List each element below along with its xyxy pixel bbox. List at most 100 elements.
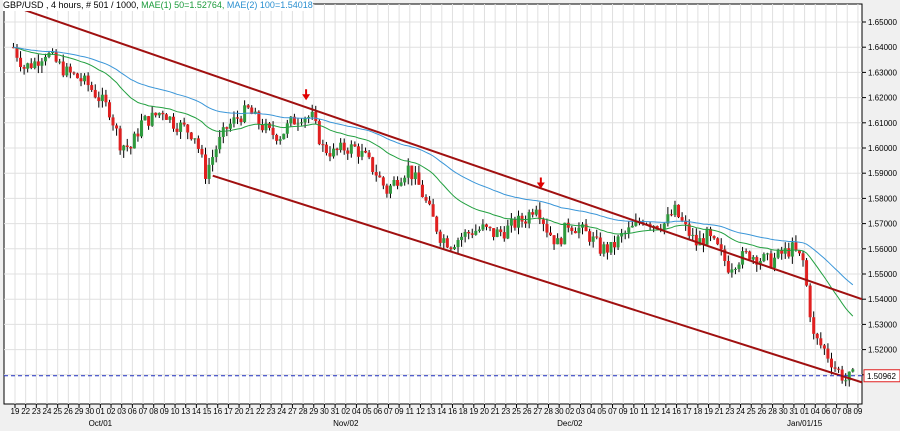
x-tick-label: 23: [501, 407, 510, 416]
x-tick-label: 11: [640, 407, 649, 416]
candle-down: [367, 152, 371, 158]
candle-down: [321, 144, 325, 146]
x-tick-label: 03: [576, 407, 585, 416]
candle-up: [474, 230, 478, 235]
x-tick-label: 31: [789, 407, 798, 416]
candle-down: [445, 238, 449, 248]
price-chart[interactable]: 1.65000 1.64000 1.63000 1.62000 1.61000 1.600…: [0, 0, 900, 431]
candle-down: [79, 78, 83, 82]
candle-up: [591, 236, 595, 242]
candle-down: [68, 66, 72, 73]
candle-up: [300, 122, 304, 124]
candle-down: [470, 233, 474, 235]
candle-down: [520, 215, 524, 222]
candle-up: [406, 165, 410, 178]
candle-down: [531, 212, 535, 215]
candle-down: [484, 224, 488, 227]
x-tick-label: 16: [448, 407, 457, 416]
candle-down: [566, 222, 570, 228]
x-tick-label: 19: [469, 407, 478, 416]
candle-up: [157, 112, 161, 116]
x-tick-label: 27: [533, 407, 542, 416]
candle-down: [677, 204, 681, 218]
candle-down: [374, 172, 378, 176]
candle-up: [481, 224, 485, 230]
y-tick-label: 1.61000: [868, 119, 897, 128]
candle-up: [403, 177, 407, 183]
x-tick-label: 16: [672, 407, 681, 416]
x-tick-label: 18: [459, 407, 468, 416]
x-tick-label: 09: [160, 407, 169, 416]
candle-down: [808, 285, 812, 318]
candle-down: [171, 116, 175, 129]
candle-down: [335, 148, 339, 151]
candle-down: [182, 122, 186, 125]
candle-down: [54, 51, 58, 62]
candle-up: [705, 228, 709, 245]
x-tick-label: 03: [117, 407, 126, 416]
candle-down: [669, 214, 673, 216]
candle-down: [467, 231, 471, 234]
x-tick-label: 25: [512, 407, 521, 416]
x-tick-label: 06: [373, 407, 382, 416]
candle-up: [609, 241, 613, 253]
candle-up: [392, 180, 396, 186]
x-tick-label: 08: [843, 407, 852, 416]
candle-up: [58, 61, 62, 63]
candle-down: [428, 200, 432, 205]
y-tick-label: 1.63000: [868, 68, 897, 77]
x-tick-label: 30: [779, 407, 788, 416]
y-tick-label: 1.57000: [868, 220, 897, 229]
candle-up: [218, 136, 222, 150]
candle-up: [460, 236, 464, 241]
candle-down: [118, 128, 122, 151]
x-tick-label: 21: [715, 407, 724, 416]
candle-down: [815, 333, 819, 339]
x-tick-label: 04: [587, 407, 596, 416]
candle-up: [26, 63, 30, 69]
candle-down: [97, 97, 101, 102]
candle-down: [417, 172, 421, 185]
candle-down: [570, 227, 574, 232]
candle-down: [225, 127, 229, 129]
chart-header: GBP/USD , 4 hours, # 501 / 1000, MAE(1) …: [3, 0, 313, 11]
candle-down: [19, 57, 23, 68]
candle-up: [139, 120, 143, 137]
candle-down: [342, 142, 346, 151]
x-tick-label: 02: [341, 407, 350, 416]
x-tick-label: 17: [683, 407, 692, 416]
candle-down: [72, 72, 76, 74]
candle-down: [719, 244, 723, 250]
x-tick-label: 24: [277, 407, 286, 416]
candle-up: [332, 148, 336, 157]
candle-up: [221, 127, 225, 137]
candle-up: [310, 111, 314, 118]
candle-up: [733, 268, 737, 270]
x-tick-label: 15: [203, 407, 212, 416]
candle-up: [442, 238, 446, 243]
candle-down: [200, 148, 204, 155]
candle-up: [527, 212, 531, 224]
x-tick-label: 25: [53, 407, 62, 416]
candle-up: [207, 164, 211, 179]
candle-up: [168, 116, 172, 120]
y-tick-label: 1.58000: [868, 194, 897, 203]
x-tick-label: 02: [107, 407, 116, 416]
x-tick-label: 19: [704, 407, 713, 416]
candle-down: [822, 345, 826, 349]
x-tick-label: 24: [43, 407, 52, 416]
x-tick-label: 02: [565, 407, 574, 416]
candle-down: [438, 231, 442, 243]
candle-up: [495, 229, 499, 237]
candle-down: [356, 146, 360, 157]
candle-down: [513, 219, 517, 228]
x-tick-label: 12: [651, 407, 660, 416]
x-tick-label: 17: [224, 407, 233, 416]
candle-up: [790, 242, 794, 257]
candle-down: [378, 175, 382, 178]
x-tick-label: 06: [128, 407, 137, 416]
candle-down: [22, 67, 26, 69]
candle-down: [364, 150, 368, 153]
candle-down: [328, 153, 332, 157]
candle-up: [534, 209, 538, 215]
